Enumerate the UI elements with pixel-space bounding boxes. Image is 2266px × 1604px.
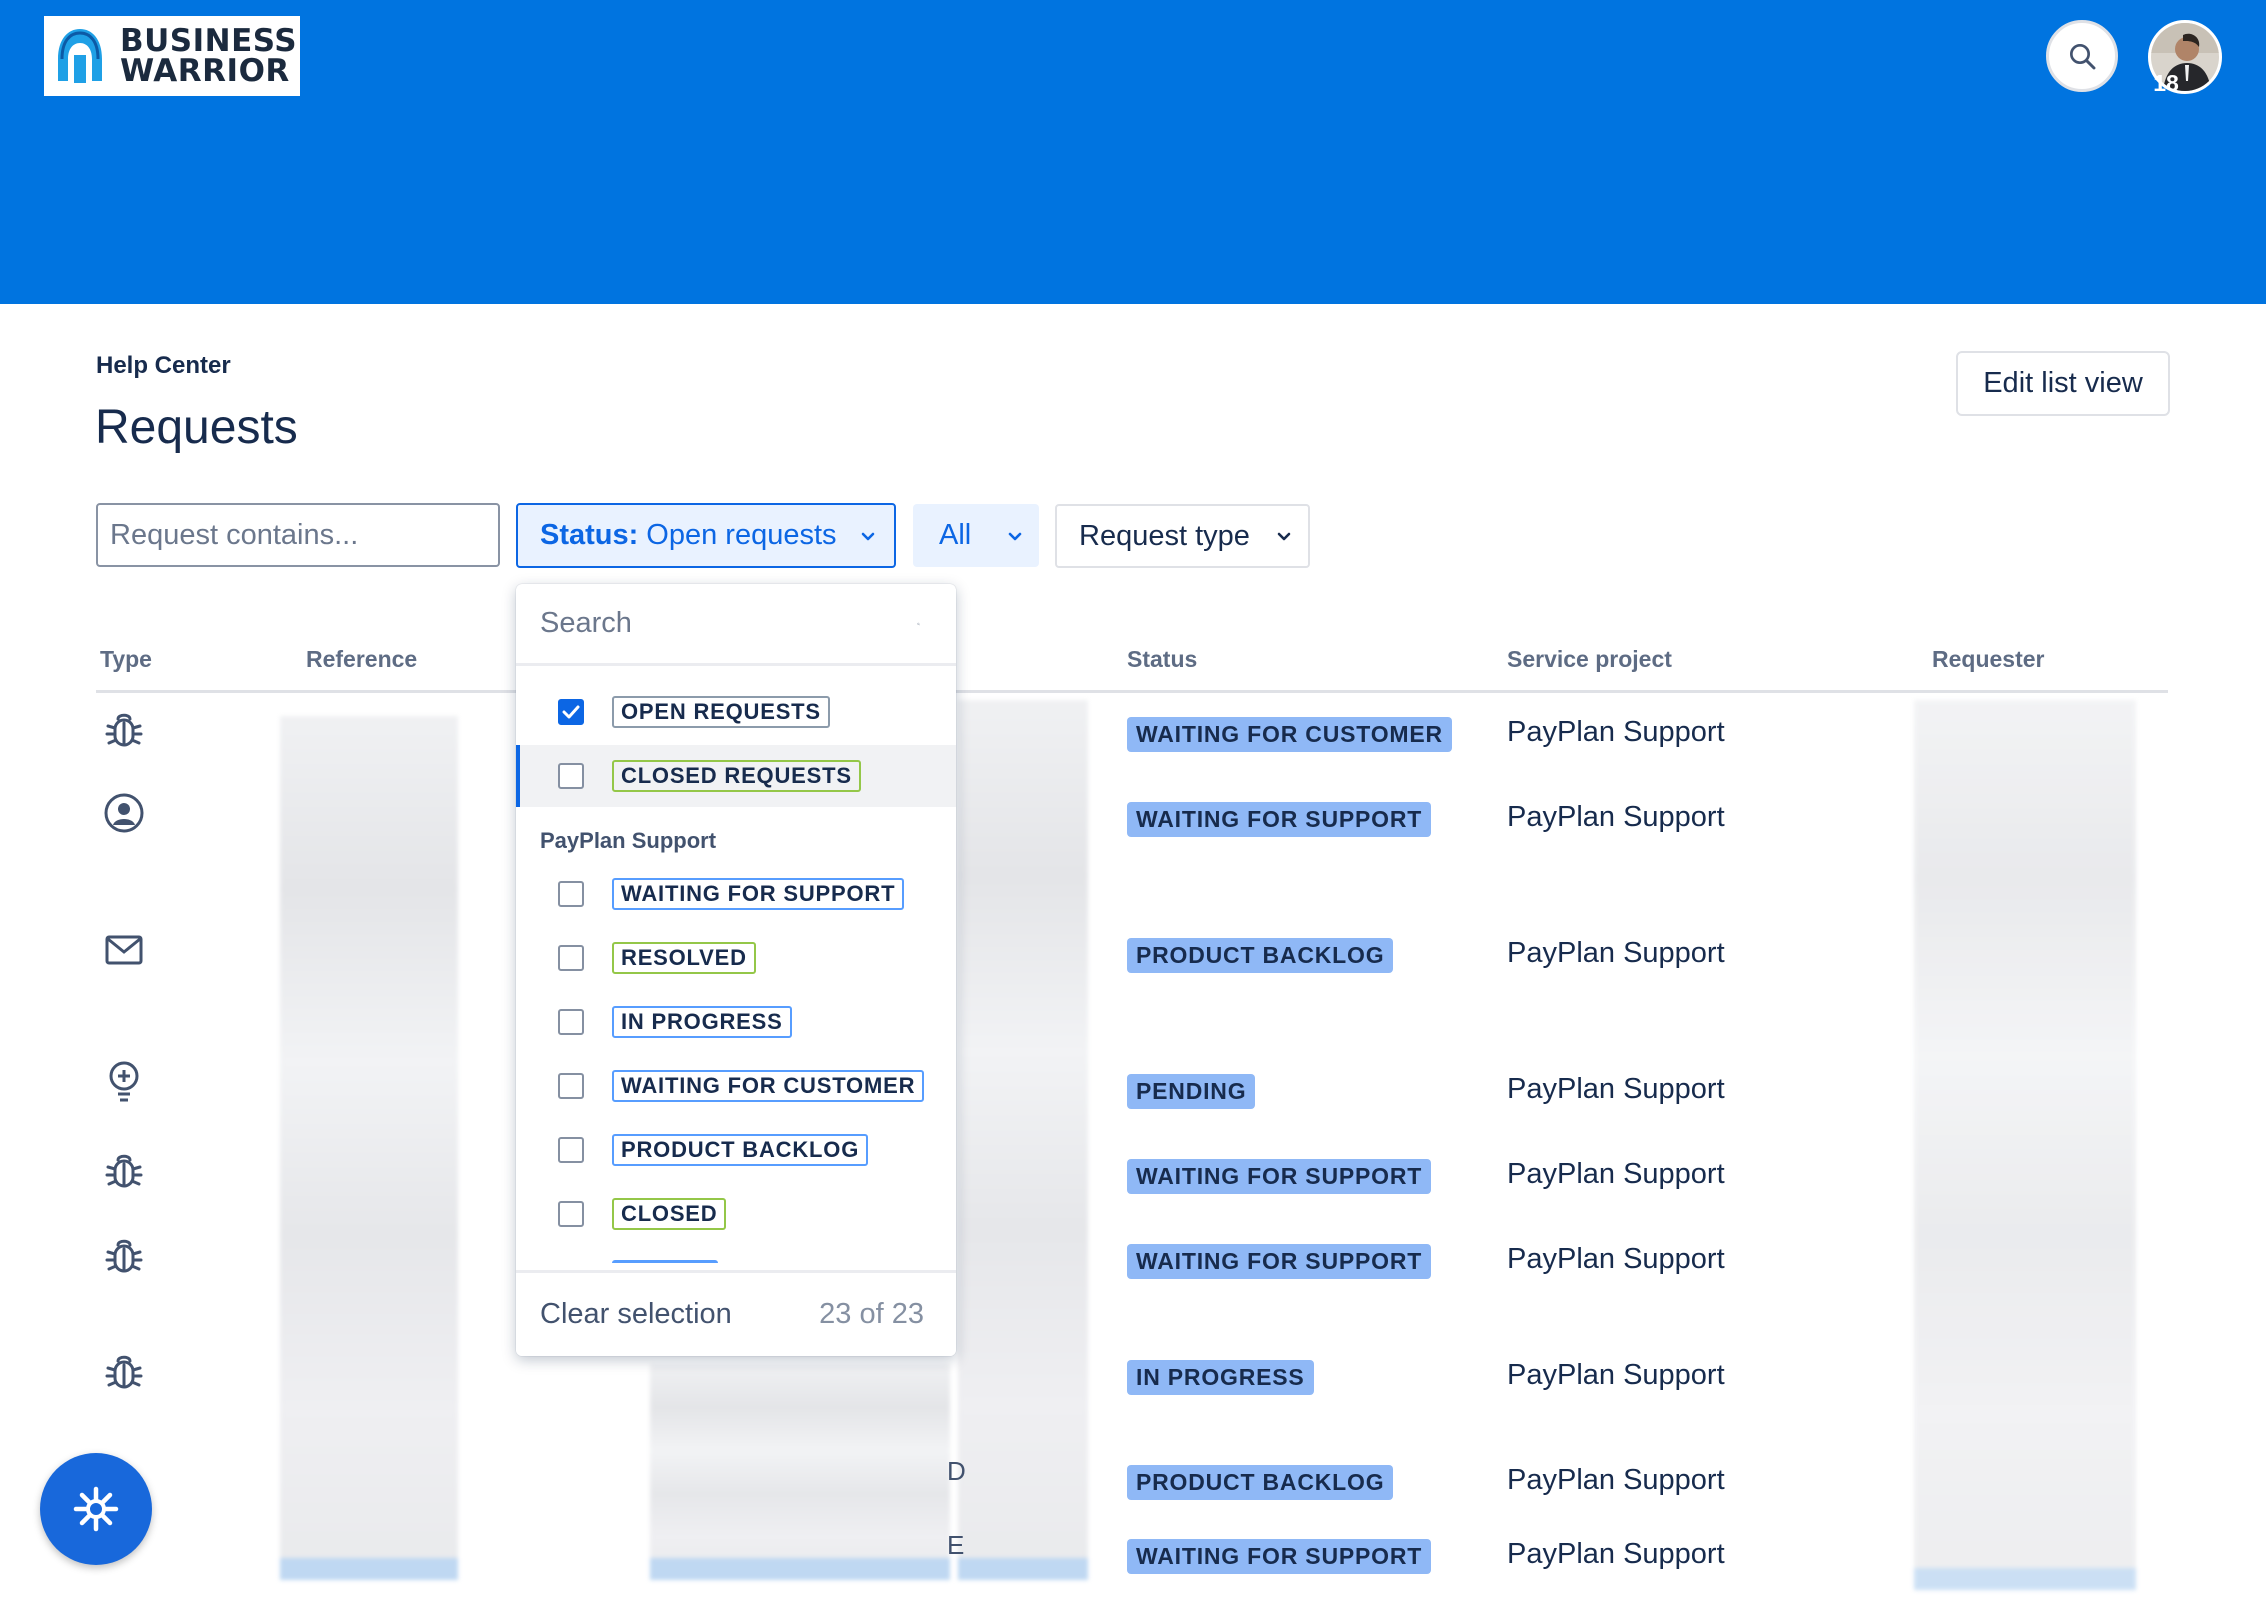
status-lozenge: PRODUCT BACKLOG (1127, 1465, 1394, 1500)
status-tag: CLOSED REQUESTS (612, 760, 861, 792)
helmet-logo-icon (58, 29, 102, 83)
top-navigation-bar: BUSINESS WARRIOR 18 (0, 0, 2266, 304)
request-type-filter-dropdown[interactable]: Request type (1055, 504, 1310, 568)
service-project-cell[interactable]: PayPlan Support (1507, 1538, 1725, 1571)
status-menu-footer: Clear selection 23 of 23 (516, 1270, 956, 1356)
settings-gear-icon (73, 1486, 119, 1532)
status-tag: OPEN REQUESTS (612, 696, 830, 728)
all-filter-label: All (939, 519, 972, 551)
checkbox[interactable] (558, 1201, 584, 1227)
status-option-in-progress[interactable]: IN PROGRESS (516, 991, 956, 1053)
request-search-field[interactable] (96, 503, 500, 567)
redacted-summary-column (958, 700, 1088, 1580)
business-warrior-logo[interactable]: BUSINESS WARRIOR (44, 16, 300, 96)
edit-list-view-button[interactable]: Edit list view (1956, 351, 2170, 416)
status-menu-search[interactable] (516, 584, 956, 666)
service-project-cell[interactable]: PayPlan Support (1507, 1073, 1725, 1106)
status-lozenge: IN PROGRESS (1127, 1360, 1314, 1395)
status-lozenge: WAITING FOR SUPPORT (1127, 1244, 1432, 1279)
all-filter-dropdown[interactable]: All (913, 504, 1039, 567)
logo-line-2: WARRIOR (120, 53, 290, 89)
page-title: Requests (95, 401, 298, 454)
status-tag: RESOLVED (612, 942, 756, 974)
status-filter-dropdown[interactable]: Status: Open requests (516, 503, 896, 568)
status-tag: WAITING FOR CUSTOMER (612, 1070, 925, 1102)
status-lozenge: PENDING (1127, 1074, 1256, 1109)
logo-text: BUSINESS WARRIOR (120, 23, 298, 89)
service-project-cell[interactable]: PayPlan Support (1507, 1359, 1725, 1392)
chevron-down-icon (861, 532, 875, 540)
checkbox[interactable] (558, 1073, 584, 1099)
redacted-summary-block (650, 1364, 950, 1580)
status-option-open-requests[interactable]: OPEN REQUESTS (516, 681, 956, 743)
column-header-type[interactable]: Type (100, 646, 152, 673)
bug-icon (100, 1232, 148, 1280)
header-search-button[interactable] (2046, 20, 2118, 92)
bug-icon (100, 1348, 148, 1396)
checkmark-icon (562, 705, 580, 719)
floating-help-button[interactable] (40, 1453, 152, 1565)
status-option-waiting-for-customer[interactable]: WAITING FOR CUSTOMER (516, 1055, 956, 1117)
status-lozenge: PRODUCT BACKLOG (1127, 938, 1394, 973)
status-filter-value: Open requests (646, 519, 837, 551)
service-project-cell[interactable]: PayPlan Support (1507, 1464, 1725, 1497)
checkbox[interactable] (558, 1009, 584, 1035)
chevron-down-icon (1008, 532, 1022, 540)
column-header-service-project[interactable]: Service project (1507, 646, 1672, 673)
service-project-cell[interactable]: PayPlan Support (1507, 716, 1725, 749)
status-lozenge: WAITING FOR SUPPORT (1127, 802, 1432, 837)
status-filter-menu: OPEN REQUESTS CLOSED REQUESTS PayPlan Su… (516, 584, 956, 1356)
status-menu-search-input[interactable] (540, 607, 917, 640)
breadcrumb-help-center[interactable]: Help Center (96, 352, 231, 380)
status-tag: IN PROGRESS (612, 1006, 792, 1038)
mail-icon (100, 926, 148, 974)
status-tag: WAITING FOR SUPPORT (612, 878, 905, 910)
checkbox[interactable] (558, 945, 584, 971)
request-type-label: Request type (1079, 519, 1250, 552)
scrolled-option-edge (612, 1260, 718, 1270)
lightbulb-icon (100, 1058, 148, 1106)
selection-count: 23 of 23 (819, 1298, 924, 1330)
column-header-requester[interactable]: Requester (1932, 646, 2044, 673)
truncated-summary-text: E (947, 1530, 965, 1560)
status-option-closed-requests[interactable]: CLOSED REQUESTS (516, 745, 956, 807)
status-lozenge: WAITING FOR CUSTOMER (1127, 717, 1452, 752)
clear-selection-button[interactable]: Clear selection (540, 1298, 732, 1331)
bug-icon (100, 706, 148, 754)
truncated-summary-text: D (947, 1456, 966, 1486)
redacted-requester-column (1914, 700, 2136, 1590)
search-icon (917, 622, 920, 625)
checkbox[interactable] (558, 763, 584, 789)
notification-count-badge: 18 (2153, 70, 2179, 96)
status-option-closed[interactable]: CLOSED (516, 1183, 956, 1245)
logo-line-1: BUSINESS (120, 23, 298, 59)
column-header-status[interactable]: Status (1127, 646, 1197, 673)
checkbox-checked[interactable] (558, 699, 584, 725)
status-lozenge: WAITING FOR SUPPORT (1127, 1159, 1432, 1194)
search-icon (2070, 44, 2096, 70)
service-project-cell[interactable]: PayPlan Support (1507, 1243, 1725, 1276)
service-project-cell[interactable]: PayPlan Support (1507, 937, 1725, 970)
service-project-cell[interactable]: PayPlan Support (1507, 801, 1725, 834)
table-header-divider (96, 690, 2168, 693)
status-filter-key: Status: (540, 519, 639, 551)
status-option-resolved[interactable]: RESOLVED (516, 927, 956, 989)
status-option-waiting-for-support[interactable]: WAITING FOR SUPPORT (516, 863, 956, 925)
status-tag: PRODUCT BACKLOG (612, 1134, 869, 1166)
status-lozenge: WAITING FOR SUPPORT (1127, 1539, 1432, 1574)
checkbox[interactable] (558, 881, 584, 907)
request-search-input[interactable] (110, 518, 487, 552)
service-project-cell[interactable]: PayPlan Support (1507, 1158, 1725, 1191)
checkbox[interactable] (558, 1137, 584, 1163)
status-tag: CLOSED (612, 1198, 727, 1230)
status-group-label: PayPlan Support (540, 828, 717, 853)
bug-icon (100, 1147, 148, 1195)
chevron-down-icon (1277, 532, 1291, 541)
user-circle-icon (100, 789, 148, 837)
status-option-product-backlog[interactable]: PRODUCT BACKLOG (516, 1119, 956, 1181)
redacted-reference-column (280, 716, 458, 1580)
column-header-reference[interactable]: Reference (306, 646, 417, 673)
